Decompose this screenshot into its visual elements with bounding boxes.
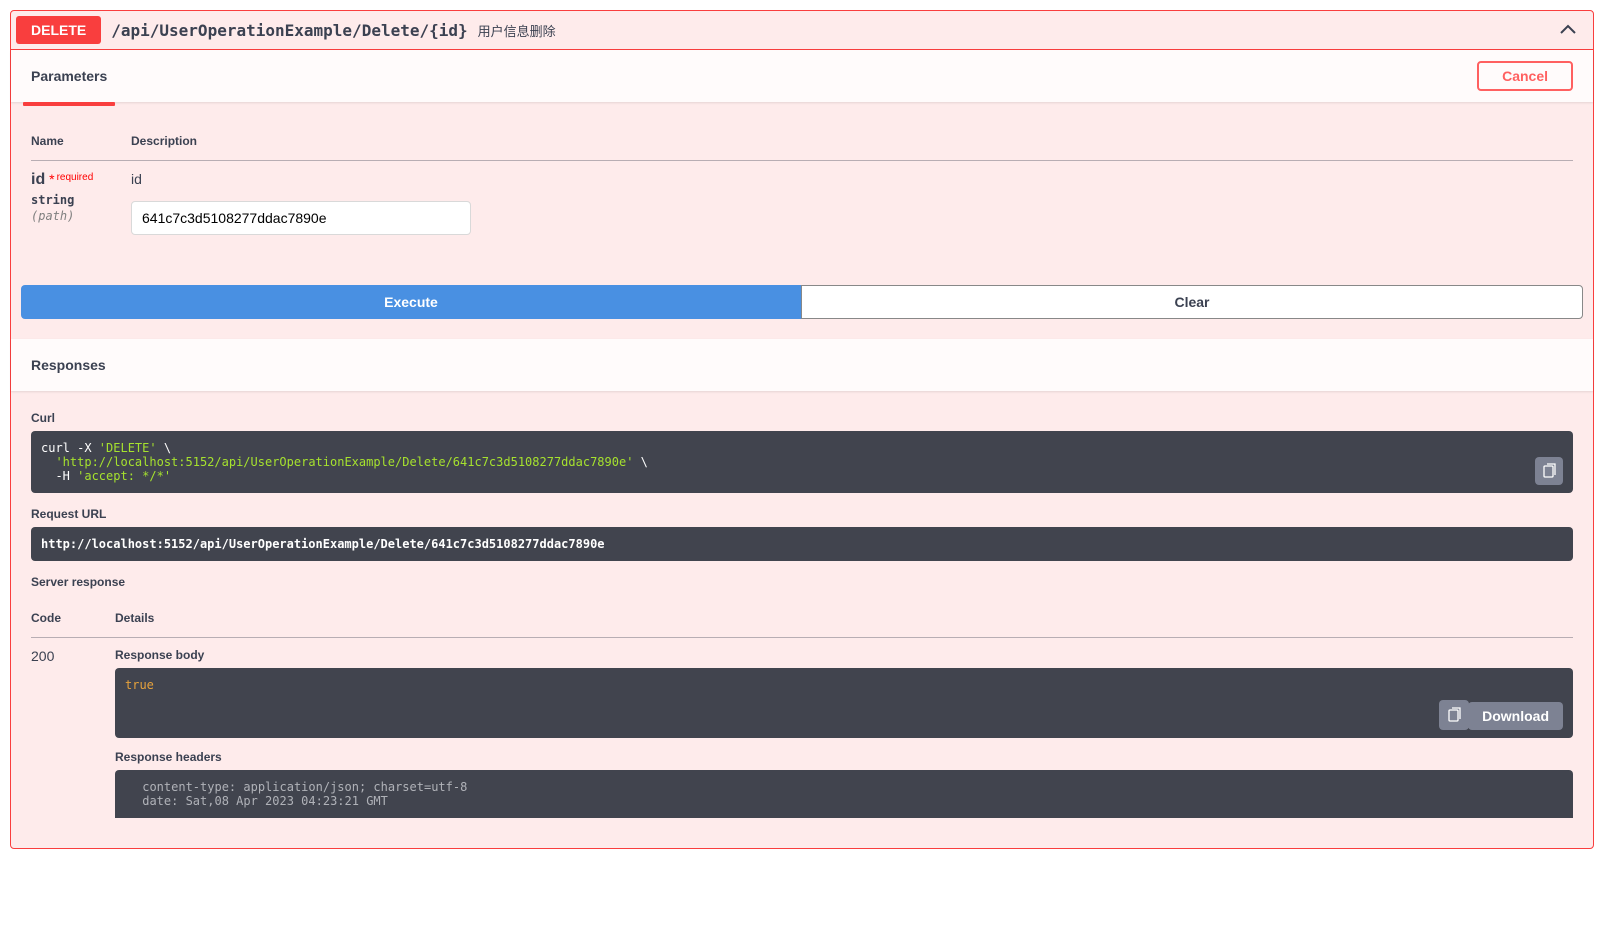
response-body-heading: Response body xyxy=(115,648,1573,662)
response-body-value: true xyxy=(125,678,154,692)
param-type: string xyxy=(31,189,119,207)
param-in: (path) xyxy=(31,207,119,223)
curl-text: \ xyxy=(157,441,171,455)
response-headers-block: content-type: application/json; charset=… xyxy=(115,770,1573,818)
curl-heading: Curl xyxy=(31,411,1573,425)
request-url-block: http://localhost:5152/api/UserOperationE… xyxy=(31,527,1573,561)
response-body-block: true Download xyxy=(115,668,1573,738)
copy-response-button[interactable] xyxy=(1439,700,1469,730)
server-response-heading: Server response xyxy=(31,575,1573,589)
responses-heading: Responses xyxy=(31,347,106,383)
tab-parameters[interactable]: Parameters xyxy=(31,58,107,94)
curl-block: curl -X 'DELETE' \ 'http://localhost:515… xyxy=(31,431,1573,493)
responses-header: Responses xyxy=(11,339,1593,391)
action-buttons: Execute Clear xyxy=(11,265,1593,339)
response-table: Code Details 200 Response body true Down… xyxy=(31,599,1573,828)
curl-text: curl -X xyxy=(41,441,99,455)
request-url-heading: Request URL xyxy=(31,507,1573,521)
response-row: 200 Response body true Download Response… xyxy=(31,638,1573,829)
responses-section: Curl curl -X 'DELETE' \ 'http://localhos… xyxy=(11,391,1593,848)
column-code: Code xyxy=(31,599,115,638)
curl-text xyxy=(41,455,55,469)
chevron-up-icon[interactable] xyxy=(1558,20,1578,40)
parameters-header: Parameters Cancel xyxy=(11,50,1593,102)
http-method-badge: DELETE xyxy=(16,16,101,44)
curl-text: 'http://localhost:5152/api/UserOperation… xyxy=(55,455,633,469)
copy-curl-button[interactable] xyxy=(1535,457,1563,485)
parameters-table: Name Description id *required string (pa… xyxy=(31,122,1573,245)
download-button[interactable]: Download xyxy=(1468,702,1563,730)
response-code: 200 xyxy=(31,638,115,829)
curl-text: \ xyxy=(633,455,647,469)
curl-text: -H xyxy=(41,469,77,483)
operation-block: DELETE /api/UserOperationExample/Delete/… xyxy=(10,10,1594,849)
parameters-section: Name Description id *required string (pa… xyxy=(11,102,1593,265)
param-input-id[interactable] xyxy=(131,201,471,235)
column-name: Name xyxy=(31,122,131,161)
operation-summary[interactable]: DELETE /api/UserOperationExample/Delete/… xyxy=(11,11,1593,50)
param-name: id xyxy=(31,171,45,188)
execute-button[interactable]: Execute xyxy=(21,285,801,319)
response-headers-heading: Response headers xyxy=(115,750,1573,764)
curl-text: 'DELETE' xyxy=(99,441,157,455)
curl-text: 'accept: */*' xyxy=(77,469,171,483)
column-details: Details xyxy=(115,599,1573,638)
required-star: * xyxy=(49,171,54,187)
param-description: id xyxy=(131,171,1573,187)
parameter-row: id *required string (path) id xyxy=(31,161,1573,246)
required-label: required xyxy=(55,172,94,183)
operation-path: /api/UserOperationExample/Delete/{id} xyxy=(111,21,467,40)
operation-body: Parameters Cancel Name Description id xyxy=(11,50,1593,848)
clear-button[interactable]: Clear xyxy=(801,285,1583,319)
cancel-button[interactable]: Cancel xyxy=(1477,61,1573,91)
column-description: Description xyxy=(131,122,1573,161)
operation-description: 用户信息删除 xyxy=(478,21,556,40)
